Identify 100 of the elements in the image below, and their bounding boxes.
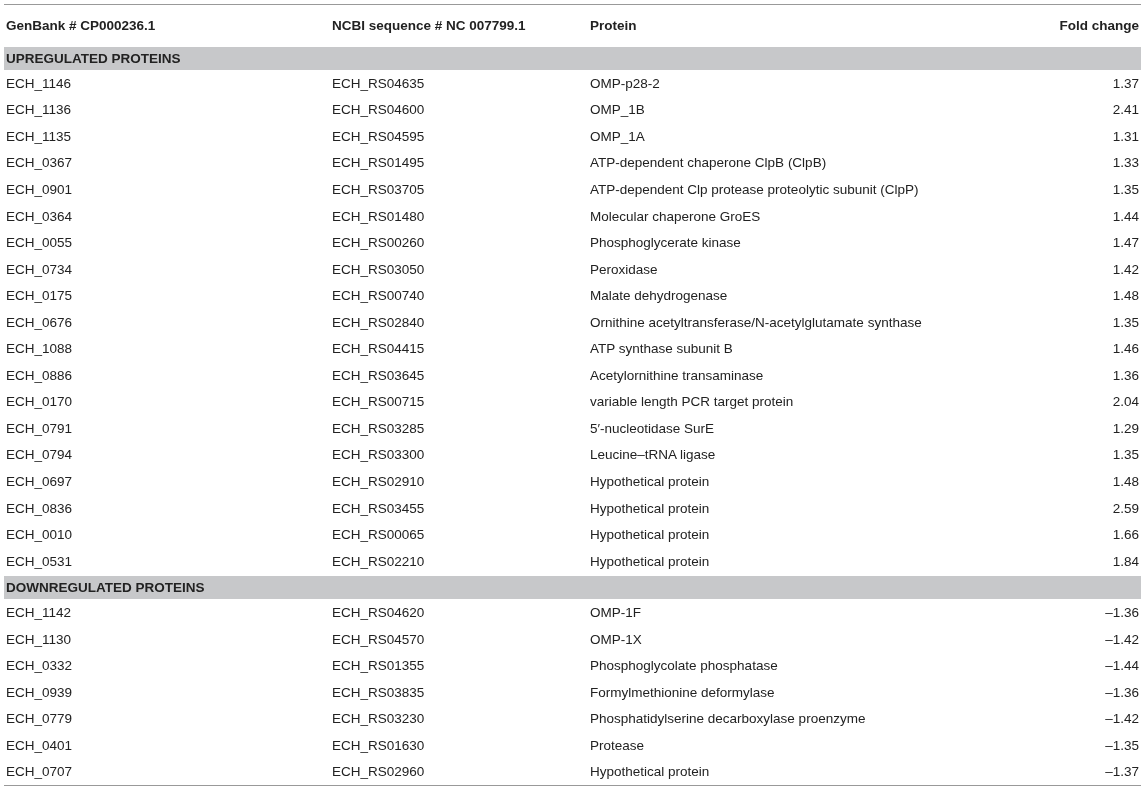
table-cell-text: OMP_1A <box>589 127 646 146</box>
table-cell: –1.36 <box>1030 599 1141 626</box>
table-cell: ECH_1146 <box>4 70 330 97</box>
table-cell-text: –1.42 <box>1104 630 1140 649</box>
table-cell-text: 2.04 <box>1111 393 1140 412</box>
table-cell-text: 1.35 <box>1111 446 1140 465</box>
table-cell: ECH_RS04635 <box>330 70 588 97</box>
table-cell: OMP-p28-2 <box>588 70 1031 97</box>
table-cell-text: ECH_0734 <box>5 260 74 279</box>
table-cell-text: ECH_0531 <box>5 552 74 571</box>
table-cell-text: ATP-dependent chaperone ClpB (ClpB) <box>589 154 828 173</box>
table-cell-text: Phosphatidylserine decarboxylase proenzyme <box>589 710 867 729</box>
table-cell-text: ECH_RS03835 <box>331 683 426 702</box>
table-cell-text: ECH_0836 <box>5 499 74 518</box>
table-cell-text: ECH_RS04595 <box>331 127 426 146</box>
table-cell-text: 1.44 <box>1111 207 1140 226</box>
table-cell-text: ECH_RS01495 <box>331 154 426 173</box>
table-cell-text: Hypothetical protein <box>589 552 711 571</box>
table-cell-text: Formylmethionine deformylase <box>589 683 776 702</box>
table-cell-text: ECH_RS01480 <box>331 207 426 226</box>
table-cell-text: ECH_RS04570 <box>331 630 426 649</box>
table-cell-text: ECH_RS00065 <box>331 526 426 545</box>
table-cell-text: variable length PCR target protein <box>589 393 795 412</box>
table-cell: ECH_1142 <box>4 599 330 626</box>
table-cell-text: Hypothetical protein <box>589 472 711 491</box>
table-cell-text: 5′-nucleotidase SurE <box>589 419 716 438</box>
table-cell-text: ECH_1136 <box>5 101 73 120</box>
table-cell-text: ECH_1135 <box>5 127 73 146</box>
table-cell-text: –1.35 <box>1104 736 1140 755</box>
table-cell-text: 1.47 <box>1111 234 1140 253</box>
table-cell-text: ECH_RS03300 <box>331 446 426 465</box>
table-cell-text: ECH_0332 <box>5 657 74 676</box>
section-heading: DOWNREGULATED PROTEINS <box>4 575 1141 600</box>
table-cell-text: ECH_RS00740 <box>331 287 426 306</box>
table-cell-text: ECH_RS00715 <box>331 393 426 412</box>
section-heading: UPREGULATED PROTEINS <box>4 46 1141 70</box>
table-cell-text: 1.36 <box>1111 366 1140 385</box>
table-cell: ECH_0707 <box>4 758 330 786</box>
table-cell-text: ECH_0367 <box>5 154 74 173</box>
table-cell-text: ECH_RS03645 <box>331 366 426 385</box>
table-cell-text: ECH_0697 <box>5 472 74 491</box>
table-cell-text: 1.31 <box>1111 127 1140 146</box>
table-cell-text: Hypothetical protein <box>589 499 711 518</box>
table-cell: –1.37 <box>1030 758 1141 786</box>
table-cell-text: ECH_RS01355 <box>331 657 426 676</box>
table-cell: ECH_RS04620 <box>330 599 588 626</box>
table-cell-text: ECH_0055 <box>5 234 74 253</box>
table-cell-text: 1.84 <box>1111 552 1140 571</box>
table-cell-text: OMP_1B <box>589 101 646 120</box>
table-cell-text: 1.35 <box>1111 313 1140 332</box>
table-cell-text: ECH_0791 <box>5 419 74 438</box>
table-cell: 1.37 <box>1030 70 1141 97</box>
table-cell-text: 1.48 <box>1111 472 1140 491</box>
table-cell-text: ECH_1130 <box>5 630 73 649</box>
table-cell-text: ECH_RS02210 <box>331 552 426 571</box>
table-cell-text: ECH_RS03050 <box>331 260 426 279</box>
table-cell-text: ECH_0010 <box>5 526 74 545</box>
table-cell-text: ECH_RS03285 <box>331 419 426 438</box>
table-cell-text: ECH_RS01630 <box>331 736 426 755</box>
table-cell-text: Protease <box>589 736 646 755</box>
table-cell-text: Phosphoglycerate kinase <box>589 234 742 253</box>
table-cell-text: ECH_RS00260 <box>331 234 426 253</box>
table-cell-text: ATP-dependent Clp protease proteolytic subunit (ClpP) <box>589 180 920 199</box>
table-cell-text: ECH_RS03230 <box>331 710 426 729</box>
table-cell-text: Peroxidase <box>589 260 659 279</box>
table-cell-text: ECH_0886 <box>5 366 74 385</box>
table-cell-text: ECH_RS03705 <box>331 180 426 199</box>
table-cell-text: ECH_0401 <box>5 736 74 755</box>
table-cell-text: ECH_RS03455 <box>331 499 426 518</box>
table-cell-text: ECH_0676 <box>5 313 74 332</box>
table-cell-text: ECH_RS02910 <box>331 472 426 491</box>
table-cell-text: –1.42 <box>1104 710 1140 729</box>
table-cell-text: ECH_0779 <box>5 710 74 729</box>
table-cell-text: ECH_0939 <box>5 683 74 702</box>
table-cell-text: Leucine–tRNA ligase <box>589 446 717 465</box>
table-cell-text: Malate dehydrogenase <box>589 287 729 306</box>
table-cell-text: 1.48 <box>1111 287 1140 306</box>
table-cell-text: ECH_0901 <box>5 180 74 199</box>
table-cell-text: Phosphoglycolate phosphatase <box>589 657 779 676</box>
table-cell-text: ECH_RS02840 <box>331 313 426 332</box>
table-cell-text: ECH_RS04415 <box>331 340 426 359</box>
table-cell-text: Acetylornithine transaminase <box>589 366 765 385</box>
table-cell: Hypothetical protein <box>588 758 1031 786</box>
table-cell-text: –1.36 <box>1104 683 1140 702</box>
table-cell-text: 2.41 <box>1111 101 1140 120</box>
table-cell-text: 1.29 <box>1111 419 1140 438</box>
table-cell-text: ECH_0175 <box>5 287 74 306</box>
table-cell-text: Molecular chaperone GroES <box>589 207 762 226</box>
table-cell-text: 1.42 <box>1111 260 1140 279</box>
table-cell-text: ATP synthase subunit B <box>589 340 734 359</box>
table-cell-text: OMP-1X <box>589 630 643 649</box>
table-cell-text: ECH_0170 <box>5 393 74 412</box>
table-cell-text: 1.46 <box>1111 340 1140 359</box>
table-cell-text: ECH_1088 <box>5 340 74 359</box>
table-cell-text: Ornithine acetyltransferase/N-acetylglutamate synthase <box>589 313 923 332</box>
table-cell: OMP-1F <box>588 599 1031 626</box>
table-cell-text: 2.59 <box>1111 499 1140 518</box>
table-cell: ECH_RS02960 <box>330 758 588 786</box>
table-cell-text: 1.66 <box>1111 526 1140 545</box>
table-cell-text: ECH_0794 <box>5 446 74 465</box>
